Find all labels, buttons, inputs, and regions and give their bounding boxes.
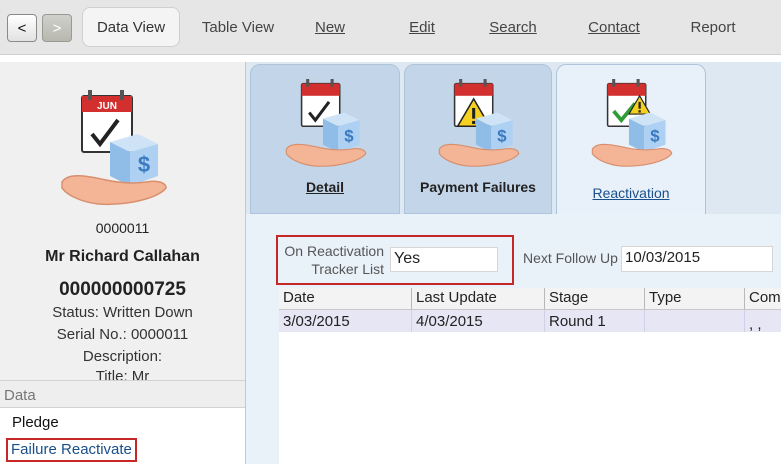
tab-payment-failures[interactable]: $ Payment Failures — [404, 64, 552, 214]
calendar-green-check-warning-icon: $ — [591, 79, 673, 167]
calendar-warning-money-icon: $ — [438, 79, 520, 167]
record-name: Mr Richard Callahan — [45, 248, 200, 265]
record-status: Status: Written Down — [52, 304, 193, 321]
record-title: Title: Mr — [0, 370, 245, 380]
record-description: Description: — [82, 348, 163, 365]
data-item-failure-reactivate[interactable]: Failure Reactivate — [6, 438, 137, 462]
menu-report[interactable]: Report — [676, 7, 750, 47]
table-cell-com[interactable]: , , — [745, 310, 781, 333]
record-summary: JUN $ 0000011 Mr Richard Callahan 000000… — [0, 62, 245, 380]
table-cell-stage[interactable]: Round 1 — [545, 310, 645, 332]
tab-reactivation-label: Reactivation — [592, 185, 670, 201]
svg-text:$: $ — [497, 127, 507, 146]
column-header-stage[interactable]: Stage — [545, 288, 645, 310]
menu-contact[interactable]: Contact — [574, 7, 654, 47]
menu-new-label: New — [314, 18, 345, 36]
record-serial: Serial No.: 0000011 — [56, 326, 189, 343]
data-item-pledge[interactable]: Pledge — [12, 414, 59, 431]
next-follow-up-field[interactable]: 10/03/2015 — [621, 246, 773, 272]
calendar-check-money-icon: $ — [285, 79, 367, 167]
calendar-money-icon: JUN $ — [61, 90, 167, 206]
svg-text:JUN: JUN — [97, 101, 117, 112]
menu-report-label: Report — [690, 18, 736, 36]
tab-detail[interactable]: $ Detail — [250, 64, 400, 214]
menu-search[interactable]: Search — [478, 7, 548, 47]
table-cell-last-update[interactable]: 4/03/2015 — [412, 310, 545, 332]
record-id: 0000011 — [95, 220, 150, 236]
record-number: 000000000725 — [59, 279, 186, 300]
back-button[interactable]: < — [7, 14, 37, 42]
tab-reactivation[interactable]: $ Reactivation — [556, 64, 706, 219]
menu-edit-label: Edit — [409, 18, 435, 36]
reactivation-grid: Date Last Update Stage Type Com 3/03/201… — [279, 288, 781, 464]
menu-edit[interactable]: Edit — [392, 7, 452, 47]
svg-text:$: $ — [650, 127, 660, 146]
menu-search-label: Search — [489, 18, 537, 36]
tab-detail-label: Detail — [305, 179, 345, 195]
svg-text:$: $ — [344, 127, 354, 146]
menu-data-view-label: Data View — [96, 18, 166, 36]
column-header-com[interactable]: Com — [745, 288, 781, 310]
tab-payment-failures-label: Payment Failures — [420, 179, 536, 195]
column-header-date[interactable]: Date — [279, 288, 412, 310]
on-reactivation-label-line1: On Reactivation — [284, 243, 384, 259]
table-cell-date[interactable]: 3/03/2015 — [279, 310, 412, 332]
menu-table-view-label: Table View — [201, 18, 275, 36]
table-cell-type[interactable] — [645, 310, 745, 332]
menu-data-view[interactable]: Data View — [82, 7, 180, 47]
on-reactivation-field[interactable]: Yes — [390, 247, 498, 272]
toolbar: < > Data View Table View New Edit Search… — [0, 0, 781, 55]
data-section-header: Data — [0, 380, 245, 408]
record-panel: JUN $ 0000011 Mr Richard Callahan 000000… — [0, 62, 246, 464]
on-reactivation-label: On Reactivation Tracker List — [280, 242, 384, 278]
forward-button[interactable]: > — [42, 14, 72, 42]
menu-new[interactable]: New — [300, 7, 360, 47]
next-follow-up-label: Next Follow Up — [523, 250, 618, 266]
record-title-text: Title: Mr — [95, 370, 150, 380]
on-reactivation-label-line2: Tracker List — [311, 261, 384, 277]
column-header-last-update[interactable]: Last Update — [412, 288, 545, 310]
menu-contact-label: Contact — [588, 18, 640, 36]
svg-text:$: $ — [138, 152, 150, 177]
menu-table-view[interactable]: Table View — [190, 7, 286, 47]
column-header-type[interactable]: Type — [645, 288, 745, 310]
